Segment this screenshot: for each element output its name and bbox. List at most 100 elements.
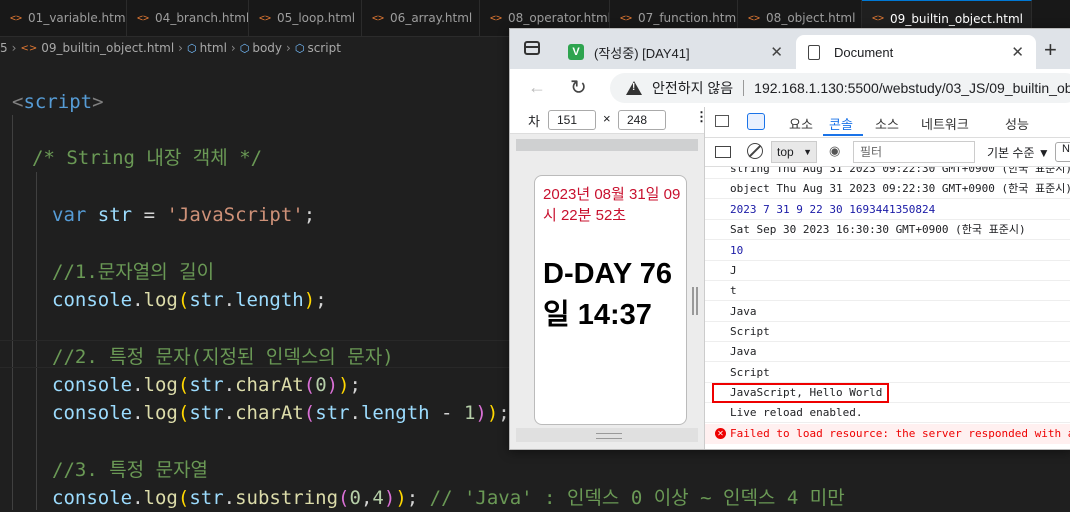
close-icon[interactable]: ✕ [770, 43, 783, 61]
close-icon[interactable]: ✕ [1011, 43, 1024, 61]
cube-icon: ⬡ [239, 41, 250, 55]
log-levels-select[interactable]: 기본 수준 ▼ [987, 144, 1050, 161]
device-ruler [516, 139, 698, 151]
code-line: //2. 특정 문자(지정된 인덱스의 문자) [52, 346, 394, 368]
tab-elements[interactable]: 요소 [789, 114, 813, 133]
console-line: Script [705, 363, 1070, 383]
device-width-input[interactable]: 151 [548, 110, 596, 130]
highlight-box [712, 383, 889, 403]
code-line: console.log(str.charAt(0)); [52, 374, 361, 396]
times-icon: × [603, 111, 611, 126]
v-icon: V [568, 44, 584, 60]
html-file-icon: <> [620, 12, 633, 24]
context-select[interactable]: top ▼ [771, 141, 817, 163]
dday-countdown: D-DAY 76일 14:37 [543, 258, 672, 331]
console-line: t [705, 281, 1070, 301]
tab-sources[interactable]: 소스 [875, 114, 899, 133]
html-file-icon: <> [137, 12, 150, 24]
code-line: console.log(str.substring(0,4)); // 'Jav… [52, 487, 845, 509]
breadcrumb-item[interactable]: script [307, 41, 340, 55]
cube-icon: ⬡ [186, 41, 197, 55]
code-line: /* String 내장 객체 */ [32, 147, 263, 169]
reload-icon[interactable]: ↻ [570, 75, 587, 100]
device-height-input[interactable]: 248 [618, 110, 666, 130]
address-input[interactable]: 안전하지 않음 192.168.1.130:5500/webstudy/03_J… [610, 73, 1070, 103]
issues-button[interactable]: N [1055, 142, 1070, 162]
html-file-icon: <> [748, 12, 761, 24]
selected-tab-indicator [823, 134, 863, 136]
url-text[interactable]: 192.168.1.130:5500/webstudy/03_JS/09_bui… [754, 80, 1070, 96]
browser-tab[interactable]: V (작성중) [DAY41] ✕ [560, 35, 795, 69]
divider [743, 80, 745, 96]
console-error-line: ✕ Failed to load resource: the server res… [705, 424, 1070, 444]
browser-tab-active[interactable]: Document ✕ [796, 35, 1036, 69]
console-line: object Thu Aug 31 2023 09:22:30 GMT+0900… [705, 179, 1070, 199]
device-preview: 차 151 × 248 ⋮ 2023년 08월 31일 09시 22분 52초 … [510, 107, 708, 449]
resize-handle-right[interactable] [692, 287, 698, 315]
console-line: Live reload enabled. [705, 403, 1070, 423]
address-bar-row: ← ↻ 안전하지 않음 192.168.1.130:5500/webstudy/… [510, 69, 1070, 108]
caret-down-icon: ▼ [803, 147, 812, 157]
error-icon: ✕ [715, 428, 726, 439]
html-file-icon: <> [490, 12, 503, 24]
breadcrumb-item[interactable]: body [252, 41, 282, 55]
chevron-right-icon: › [286, 41, 291, 55]
tab-performance[interactable]: 성능 [1005, 114, 1029, 133]
devtools-panel: 요소 콘솔 소스 네트워크 성능 top ▼ ◉ 필터 기본 수준 ▼ N str… [705, 107, 1070, 449]
console-line: string Thu Aug 31 2023 09:22:30 GMT+0900… [705, 167, 1070, 179]
html-file-icon: <> [10, 12, 23, 24]
code-line: <script> [12, 91, 104, 113]
console-line: Sat Sep 30 2023 16:30:30 GMT+0900 (한국 표준… [705, 220, 1070, 240]
code-line: var str = 'JavaScript'; [52, 204, 316, 226]
chevron-right-icon: › [178, 41, 183, 55]
editor-tab[interactable]: <> 01_variable.html [0, 0, 127, 36]
breadcrumb-prefix[interactable]: 5 [0, 41, 8, 55]
indent-guide [12, 115, 13, 510]
console-toolbar: top ▼ ◉ 필터 기본 수준 ▼ N [705, 138, 1070, 167]
console-line: Script [705, 322, 1070, 342]
device-toggle-icon[interactable] [747, 113, 765, 130]
html-file-icon: <> [872, 13, 885, 24]
filter-input[interactable]: 필터 [853, 141, 975, 163]
code-line: //3. 특정 문자열 [52, 459, 209, 481]
code-line: //1.문자열의 길이 [52, 261, 215, 283]
device-label[interactable]: 차 [528, 111, 540, 130]
sidebar-toggle-icon[interactable] [715, 146, 731, 158]
warning-icon[interactable] [626, 81, 642, 95]
chevron-right-icon: › [11, 41, 17, 55]
browser-window: V (작성중) [DAY41] ✕ Document ✕ + ← ↻ 안전하지 … [509, 28, 1070, 450]
breadcrumb-item[interactable]: html [200, 41, 227, 55]
console-line: Java [705, 302, 1070, 322]
document-icon [808, 44, 820, 60]
code-line: console.log(str.length); [52, 289, 327, 311]
editor-tab[interactable]: <> 05_loop.html [249, 0, 362, 36]
browser-tab-strip: V (작성중) [DAY41] ✕ Document ✕ + [510, 29, 1070, 69]
html-file-icon: <> [372, 12, 385, 24]
editor-tab[interactable]: <> 06_array.html [362, 0, 480, 36]
console-line: 2023 7 31 9 22 30 1693441350824 [705, 200, 1070, 220]
editor-tab[interactable]: <> 04_branch.html [127, 0, 249, 36]
chevron-right-icon: › [230, 41, 236, 55]
resize-handle-bottom[interactable] [516, 428, 698, 442]
code-line: console.log(str.charAt(str.length - 1)); [52, 402, 510, 424]
current-datetime: 2023년 08월 31일 09시 22분 52초 [543, 186, 681, 224]
new-tab-button[interactable]: + [1044, 37, 1057, 63]
device-toolbar: 차 151 × 248 ⋮ [510, 107, 708, 134]
inspect-icon[interactable] [715, 115, 729, 127]
breadcrumb-file[interactable]: 09_builtin_object.html [41, 41, 174, 55]
tab-console[interactable]: 콘솔 [829, 114, 853, 133]
devtools-tab-bar: 요소 콘솔 소스 네트워크 성능 [705, 107, 1070, 138]
html-file-icon: <> [259, 12, 272, 24]
tab-actions-icon[interactable] [524, 41, 540, 55]
html-file-icon: <> [20, 42, 38, 54]
eye-icon[interactable]: ◉ [829, 143, 840, 159]
clear-console-icon[interactable] [747, 143, 763, 159]
console-line: Java [705, 342, 1070, 362]
console-line: 10 [705, 241, 1070, 261]
security-status[interactable]: 안전하지 않음 [652, 78, 733, 98]
console-output[interactable]: string Thu Aug 31 2023 09:22:30 GMT+0900… [705, 167, 1070, 449]
tab-network[interactable]: 네트워크 [921, 114, 969, 133]
device-screen: 2023년 08월 31일 09시 22분 52초 D-DAY 76일 14:3… [534, 175, 687, 425]
back-arrow-icon[interactable]: ← [528, 77, 546, 98]
cube-icon: ⬡ [294, 41, 305, 55]
